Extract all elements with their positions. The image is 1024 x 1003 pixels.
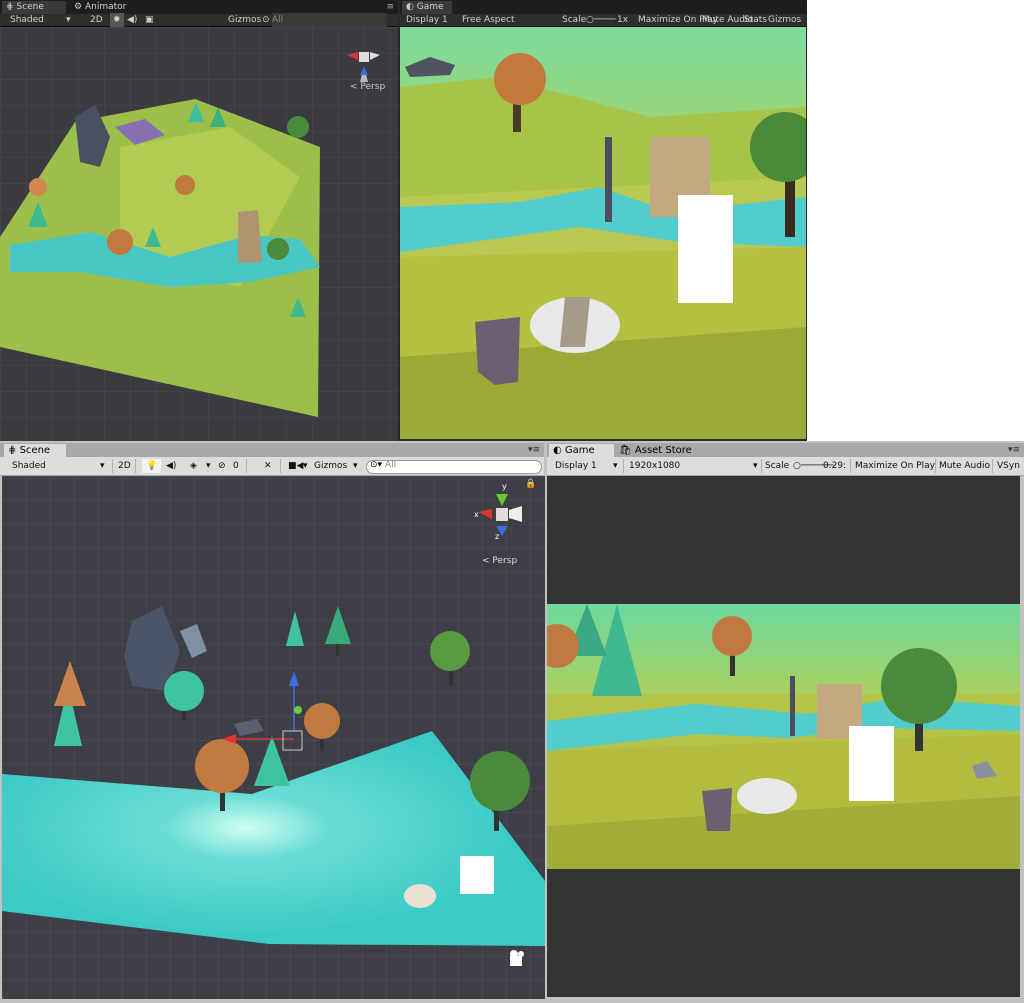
persp-label[interactable]: < Persp <box>350 82 385 92</box>
bottom-scene-tabbar: ⋕ Scene ▾≡ <box>0 443 544 457</box>
white-block <box>678 195 733 303</box>
resolution-dropdown[interactable]: 1920x1080 <box>629 459 680 473</box>
toggle-2d-button[interactable]: 2D <box>90 13 103 27</box>
aspect-dropdown[interactable]: Free Aspect <box>462 13 515 27</box>
gizmos-chevron-icon[interactable]: ▾ <box>353 459 358 473</box>
bridge <box>238 210 262 263</box>
top-editor: ⋕ Scene ⚙ Animator ≡ Shaded ▾ 2D ✹ ◀) ▣ … <box>0 0 807 441</box>
top-game-viewport[interactable] <box>400 27 806 439</box>
resolution-chevron-icon: ▾ <box>753 461 758 471</box>
mute-audio-toggle[interactable]: Mute Audio <box>939 459 990 473</box>
display-dropdown[interactable]: Display 1 <box>406 13 448 27</box>
tools-icon[interactable]: ✕ <box>264 459 272 473</box>
toggle-2d-button[interactable]: 2D <box>118 459 131 473</box>
lighting-toggle-icon[interactable]: ✹ <box>110 13 124 27</box>
gizmos-dropdown[interactable]: Gizmos <box>768 13 801 27</box>
scale-label: Scale <box>765 461 790 471</box>
shading-chevron-icon: ▾ <box>100 461 105 471</box>
shading-dropdown[interactable]: Shaded <box>12 459 46 473</box>
lighting-toggle-icon[interactable]: 💡 <box>142 459 162 473</box>
hidden-objects-count: 0 <box>233 461 239 471</box>
bottom-game-tabbar: ◐ Game 🛍 Asset Store ▾≡ <box>547 443 1024 457</box>
animator-icon: ⚙ <box>74 2 83 12</box>
display-dropdown[interactable]: Display 1 <box>555 459 597 473</box>
stool <box>475 317 520 385</box>
axis-label-x: x <box>474 510 479 519</box>
effects-toggle-icon[interactable]: ▣ <box>145 13 154 27</box>
display-chevron-icon: ▾ <box>613 461 618 471</box>
camera-icon <box>510 950 524 966</box>
game-icon: ◐ <box>406 2 414 12</box>
bottom-game-render <box>547 604 1020 869</box>
bottom-scene-toolbar: Shaded ▾ 2D 💡 ◀) ◈ ▾ ⊘ 0 ✕ ■◀ ▾ Gizmos ▾… <box>0 457 544 476</box>
shading-dropdown[interactable]: Shaded <box>10 13 44 27</box>
top-game-render <box>400 27 806 439</box>
scale-value: 0.29: <box>823 461 847 471</box>
top-game-tabbar: ◐ Game <box>400 0 807 14</box>
tab-asset-store[interactable]: 🛍 Asset Store <box>615 444 698 457</box>
white-block <box>849 726 894 801</box>
bottom-editor: ⋕ Scene ▾≡ Shaded ▾ 2D 💡 ◀) ◈ ▾ ⊘ 0 ✕ ■◀… <box>0 441 1024 1003</box>
search-input[interactable]: ⊙▾ All <box>366 460 542 474</box>
lamp-post <box>790 676 795 736</box>
top-scene-render <box>0 27 398 441</box>
scene-icon: ⋕ <box>8 445 17 456</box>
scale-value: 1x <box>617 15 629 25</box>
top-scene-viewport[interactable]: < Persp <box>0 27 398 441</box>
game-icon: ◐ <box>553 445 562 456</box>
panel-menu-icon[interactable]: ▾≡ <box>1008 445 1020 455</box>
gizmos-dropdown[interactable]: Gizmos <box>314 459 347 473</box>
persp-label[interactable]: < Persp <box>482 556 517 566</box>
maximize-on-play-toggle[interactable]: Maximize On Play <box>855 459 935 473</box>
lamp-post <box>605 137 612 222</box>
camera-chevron-icon[interactable]: ▾ <box>303 459 308 473</box>
bottom-scene-viewport[interactable]: y x z < Persp 🔒 <box>2 476 545 999</box>
camera-icon[interactable]: ■◀ <box>288 459 303 473</box>
axis-label-z: z <box>495 532 500 541</box>
effects-toggle-icon[interactable]: ◈ <box>190 459 197 473</box>
top-scene-tabbar: ⋕ Scene ⚙ Animator ≡ <box>0 0 398 14</box>
effects-chevron-icon[interactable]: ▾ <box>206 459 211 473</box>
lock-icon[interactable]: 🔒 <box>525 479 536 489</box>
bottom-game-viewport[interactable] <box>547 476 1020 997</box>
panel-menu-icon[interactable]: ≡ <box>386 2 394 12</box>
asset-store-icon: 🛍 <box>619 445 632 456</box>
vsync-toggle[interactable]: VSyn <box>997 459 1020 473</box>
audio-toggle-icon[interactable]: ◀) <box>166 459 176 473</box>
search-icon: ⊙ <box>262 15 270 25</box>
scale-slider[interactable]: ○──── <box>586 13 616 27</box>
search-icon: ⊙▾ <box>370 460 383 470</box>
stats-toggle[interactable]: Stats <box>744 13 767 27</box>
campfire <box>737 778 797 814</box>
gizmos-dropdown[interactable]: Gizmos <box>228 13 261 27</box>
bottom-scene-render <box>2 476 545 999</box>
hidden-objects-icon[interactable]: ⊘ <box>218 459 226 473</box>
tab-game[interactable]: ◐ Game <box>549 444 614 457</box>
campfire-gizmo <box>404 884 436 908</box>
axis-label-y: y <box>502 482 507 491</box>
scale-label: Scale <box>562 15 587 25</box>
stool <box>702 788 732 831</box>
panel-menu-icon[interactable]: ▾≡ <box>528 445 540 455</box>
audio-toggle-icon[interactable]: ◀) <box>127 13 137 27</box>
tab-scene[interactable]: ⋕ Scene <box>4 444 66 457</box>
scene-icon: ⋕ <box>6 2 14 12</box>
white-cube <box>460 856 494 894</box>
search-input[interactable]: All <box>272 13 387 27</box>
top-scene-toolbar: Shaded ▾ 2D ✹ ◀) ▣ Gizmos ⊙ All <box>0 13 398 27</box>
top-game-toolbar: Display 1 Free Aspect Scale ○──── 1x Max… <box>400 14 807 27</box>
bottom-game-toolbar: Display 1 ▾ 1920x1080 ▾ Scale ○────── 0.… <box>547 457 1024 476</box>
shading-chevron-icon: ▾ <box>66 15 71 25</box>
